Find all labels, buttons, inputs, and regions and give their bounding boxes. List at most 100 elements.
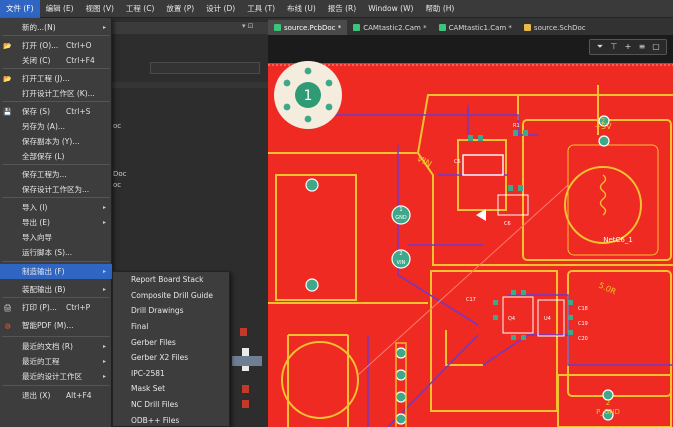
menu-separator <box>2 197 110 198</box>
submenu-item[interactable]: Report Board Stack <box>113 272 229 288</box>
net-label-pgnd: P_GND <box>596 408 620 416</box>
doc-icon <box>242 400 249 408</box>
menu-separator <box>2 35 110 36</box>
submenu-item[interactable]: Drill Drawings <box>113 303 229 319</box>
file-menu-item[interactable]: 导出 (E) ▸ <box>0 215 112 230</box>
designator-c17: C17 <box>466 297 476 303</box>
submenu-item[interactable]: Gerber Files <box>113 334 229 350</box>
submenu-item[interactable]: NC Drill Files <box>113 397 229 413</box>
file-menu-item[interactable]: 装配输出 (B) ▸ <box>0 282 112 297</box>
file-menu-item-shortcut: Alt+F4 <box>66 391 92 400</box>
panel-search-field[interactable] <box>150 62 260 74</box>
file-menu-item-label: 导入 (I) <box>22 203 48 212</box>
menu-design[interactable]: 设计 (D) <box>200 0 241 18</box>
file-menu-item[interactable]: 最近的工程 ▸ <box>0 354 112 369</box>
designator-q4: Q4 <box>508 316 515 322</box>
submenu-item[interactable]: Composite Drill Guide <box>113 288 229 304</box>
submenu-item[interactable]: ODB++ Files <box>113 412 229 427</box>
menu-window[interactable]: Window (W) <box>362 0 419 18</box>
cam-document-icon <box>438 24 446 31</box>
file-menu-item-label: 最近的文档 (R) <box>22 342 73 351</box>
fiducial-label: 1 <box>304 88 313 104</box>
designator-c18: C18 <box>578 306 588 312</box>
menu-place[interactable]: 放置 (P) <box>160 0 200 18</box>
menu-view[interactable]: 视图 (V) <box>80 0 120 18</box>
tab-label: source.SchDoc <box>533 23 586 32</box>
tab-source-schdoc[interactable]: source.SchDoc <box>518 20 592 35</box>
doc-icon <box>240 328 247 336</box>
submenu-item[interactable]: IPC-2581 <box>113 366 229 382</box>
file-menu-item[interactable]: 全部保存 (L) <box>0 149 112 164</box>
panel-fragment: oc <box>113 181 122 189</box>
panel-pin-icon[interactable]: ▾ ⊡ <box>242 22 254 30</box>
submenu-item[interactable]: Mask Set <box>113 381 229 397</box>
file-menu-item[interactable]: 保存工程为... <box>0 167 112 182</box>
file-menu-item[interactable]: 最近的文档 (R) ▸ <box>0 339 112 354</box>
rectangle-icon[interactable]: ▢ <box>652 43 660 51</box>
menu-help[interactable]: 帮助 (H) <box>419 0 460 18</box>
file-menu-item[interactable]: 导入向导 <box>0 230 112 245</box>
route-icon[interactable]: ⊤ <box>610 43 618 51</box>
menu-route[interactable]: 布线 (U) <box>281 0 322 18</box>
file-menu-item[interactable]: 退出 (X) Alt+F4 <box>0 388 112 403</box>
schematic-document-icon <box>523 24 531 31</box>
submenu-item[interactable]: Gerber X2 Files <box>113 350 229 366</box>
file-menu-item[interactable]: 📂 打开工程 (J)... <box>0 71 112 86</box>
file-menu-item-label: 保存副本为 (Y)... <box>22 137 80 146</box>
file-menu-item-label: 保存工程为... <box>22 170 67 179</box>
tab-label: CAMtastic2.Cam * <box>363 23 427 32</box>
designator-c6: C6 <box>504 221 511 227</box>
submenu-arrow-icon: ▸ <box>102 358 106 365</box>
file-menu-item[interactable]: 保存设计工作区为... <box>0 182 112 197</box>
menu-project[interactable]: 工程 (C) <box>120 0 160 18</box>
file-menu-item-shortcut: Ctrl+O <box>66 41 92 50</box>
canvas-toolbar: ⏷ ⊤ + ≡ ▢ <box>589 39 667 55</box>
submenu-arrow-icon: ▸ <box>102 343 106 350</box>
save-icon: 💾 <box>3 107 12 116</box>
align-icon[interactable]: ≡ <box>638 43 646 51</box>
file-menu-item[interactable]: 关闭 (C) Ctrl+F4 <box>0 53 112 68</box>
file-menu-item[interactable]: 另存为 (A)... <box>0 119 112 134</box>
submenu-arrow-icon: ▸ <box>102 268 106 275</box>
menu-reports[interactable]: 报告 (R) <box>322 0 362 18</box>
file-menu-item-shortcut: Ctrl+P <box>66 303 91 312</box>
menu-separator <box>2 101 110 102</box>
tab-source-pcbdoc[interactable]: source.PcbDoc * <box>268 20 348 35</box>
file-menu-item[interactable]: 💾 保存 (S) Ctrl+S <box>0 104 112 119</box>
filter-icon[interactable]: ⏷ <box>596 43 604 51</box>
submenu-arrow-icon: ▸ <box>102 204 106 211</box>
file-menu-item[interactable]: 制造输出 (F) ▸ <box>0 264 112 279</box>
submenu-item[interactable]: Final <box>113 319 229 335</box>
file-menu-item[interactable]: 保存副本为 (Y)... <box>0 134 112 149</box>
file-menu-item[interactable]: 打开设计工作区 (K)... <box>0 86 112 101</box>
menu-file[interactable]: 文件 (F) <box>0 0 40 18</box>
tab-camtastic1[interactable]: CAMtastic1.Cam * <box>433 20 518 35</box>
menu-edit[interactable]: 编辑 (E) <box>40 0 80 18</box>
submenu-arrow-icon: ▸ <box>102 286 106 293</box>
add-icon[interactable]: + <box>624 43 632 51</box>
tab-camtastic2[interactable]: CAMtastic2.Cam * <box>347 20 432 35</box>
pad-number: 2 <box>399 251 402 257</box>
file-menu-item[interactable]: 🖨 打印 (P)... Ctrl+P <box>0 300 112 315</box>
file-menu-item-label: 最近的设计工作区 <box>22 372 82 381</box>
menu-bar: 文件 (F) 编辑 (E) 视图 (V) 工程 (C) 放置 (P) 设计 (D… <box>0 0 673 18</box>
file-menu-item[interactable]: 导入 (I) ▸ <box>0 200 112 215</box>
designator-u4: U4 <box>544 316 551 322</box>
file-menu-item[interactable]: 📂 打开 (O)... Ctrl+O <box>0 38 112 53</box>
file-menu-item[interactable]: 最近的设计工作区 ▸ <box>0 369 112 384</box>
file-menu-item-label: 全部保存 (L) <box>22 152 65 161</box>
menu-separator <box>2 297 110 298</box>
net-label-netc6: NetC6_1 <box>603 236 633 244</box>
file-menu-item-label: 打开工程 (J)... <box>22 74 70 83</box>
pcb-canvas[interactable]: 1 VIN +5V 2 NetC6_1 5.0R P_GND 2 1 GND 2… <box>268 35 673 427</box>
file-menu-item[interactable]: 新的...(N) ▸ <box>0 20 112 35</box>
selected-document-row[interactable] <box>232 356 262 366</box>
document-tabs: source.PcbDoc * CAMtastic2.Cam * CAMtast… <box>268 18 673 35</box>
designator-c19: C19 <box>578 321 588 327</box>
file-menu-item[interactable]: 运行脚本 (S)... <box>0 245 112 260</box>
file-menu-item-label: 制造输出 (F) <box>22 267 65 276</box>
menu-tools[interactable]: 工具 (T) <box>241 0 281 18</box>
fabrication-output-submenu: Report Board Stack Composite Drill Guide D… <box>112 271 230 427</box>
designator-c5: C5 <box>454 159 461 165</box>
file-menu-item[interactable]: ◍ 智能PDF (M)... <box>0 318 112 333</box>
